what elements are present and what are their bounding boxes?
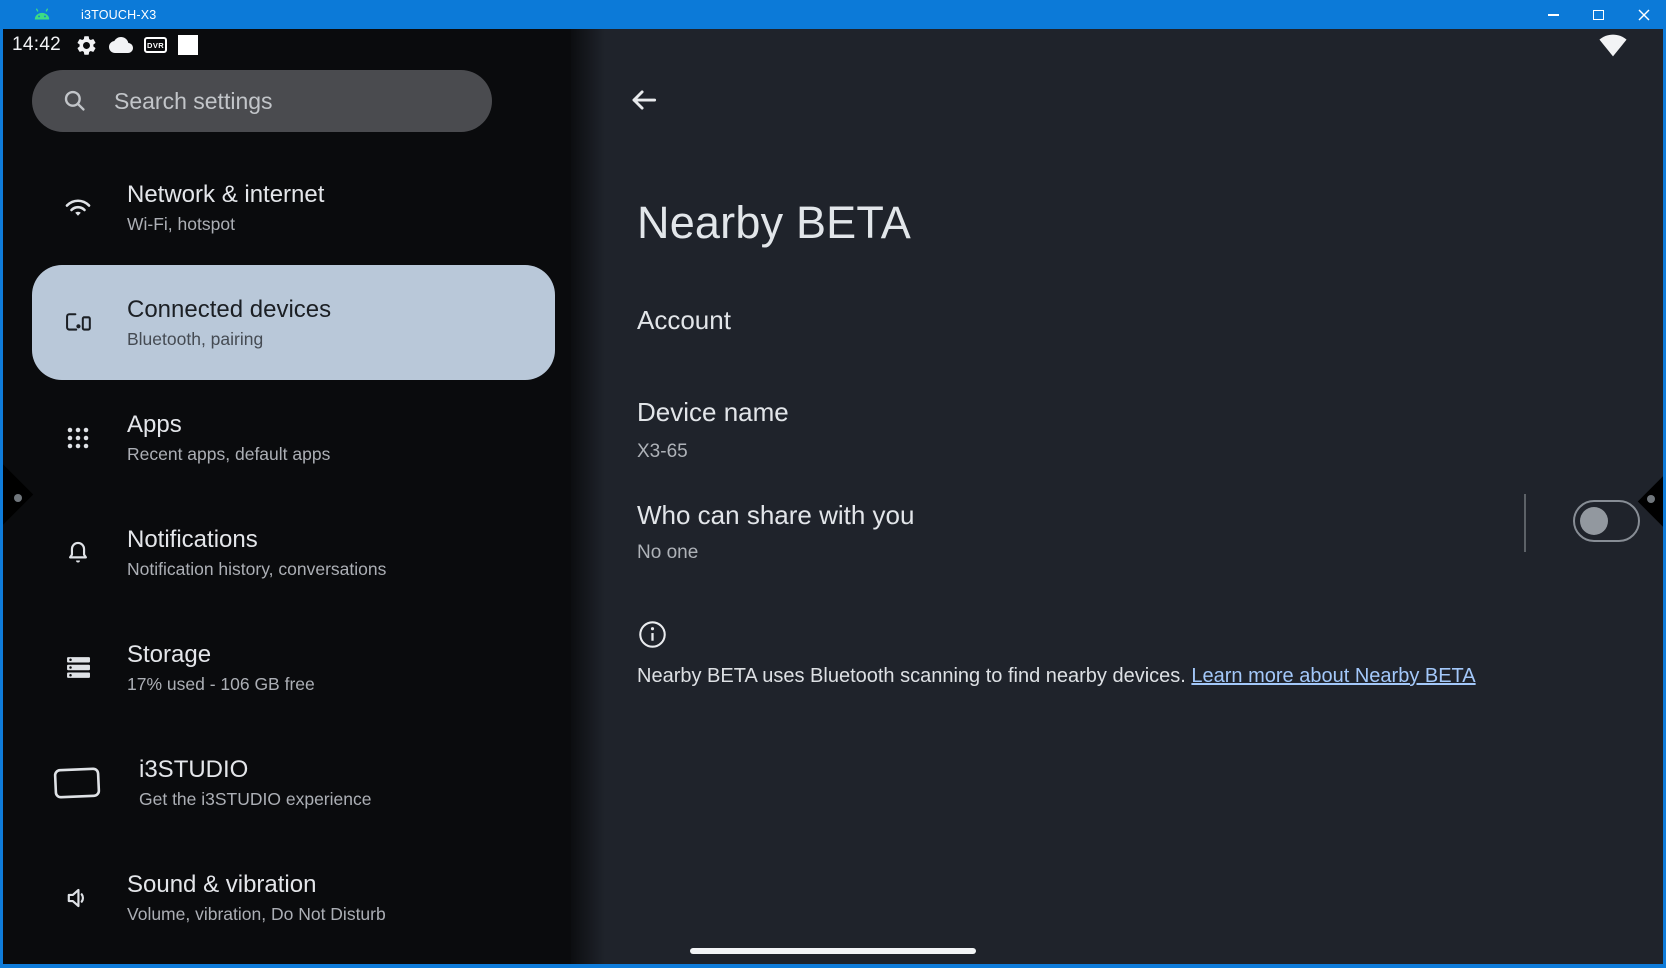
sidebar-item-storage[interactable]: Storage 17% used - 106 GB free (3, 610, 571, 725)
sidebar-item-label: Apps (127, 410, 182, 438)
maximize-button[interactable] (1576, 0, 1621, 29)
apps-grid-icon (64, 425, 92, 451)
sidebar-item-apps[interactable]: Apps Recent apps, default apps (3, 380, 571, 495)
device-name-label[interactable]: Device name (637, 397, 789, 428)
window-titlebar: i3TOUCH-X3 (0, 0, 1666, 29)
account-row[interactable]: Account (637, 305, 731, 336)
back-button[interactable] (629, 85, 659, 115)
devices-icon (64, 310, 92, 336)
sidebar-item-notifications[interactable]: Notifications Notification history, conv… (3, 495, 571, 610)
window-border-left (0, 29, 3, 968)
search-input[interactable]: Search settings (32, 70, 492, 132)
navigation-gesture-bar[interactable] (690, 948, 976, 954)
sidebar-item-i3studio[interactable]: i3STUDIO Get the i3STUDIO experience (3, 725, 571, 840)
sidebar-item-label: Network & internet (127, 180, 325, 208)
android-icon (34, 7, 50, 19)
info-text: Nearby BETA uses Bluetooth scanning to f… (637, 665, 1192, 687)
cloud-icon (109, 37, 134, 53)
info-description: Nearby BETA uses Bluetooth scanning to f… (637, 663, 1537, 690)
settings-menu: Network & internet Wi-Fi, hotspot Connec… (3, 150, 571, 955)
share-toggle[interactable] (1573, 500, 1640, 542)
learn-more-link[interactable]: Learn more about Nearby BETA (1191, 665, 1475, 687)
close-icon (1638, 9, 1649, 20)
row-divider (1524, 494, 1526, 552)
sidebar-item-sublabel: Recent apps, default apps (127, 443, 331, 464)
sidebar-item-sublabel: Wi-Fi, hotspot (127, 213, 235, 234)
display-icon (53, 766, 101, 800)
share-visibility-label[interactable]: Who can share with you (637, 500, 914, 531)
settings-sidebar: Search settings Network & internet Wi-Fi… (3, 29, 571, 964)
share-visibility-value: No one (637, 542, 699, 563)
sidebar-item-label: Connected devices (127, 295, 332, 323)
sidebar-item-connected-devices[interactable]: Connected devices Bluetooth, pairing (32, 265, 555, 380)
minimize-button[interactable] (1531, 0, 1576, 29)
window-border-bottom (0, 964, 1666, 968)
toggle-knob (1580, 507, 1608, 535)
close-button[interactable] (1621, 0, 1666, 29)
wifi-icon (64, 194, 92, 222)
search-placeholder: Search settings (114, 87, 273, 114)
status-bar: 14:42 DVR (3, 29, 1663, 61)
settings-gear-icon (77, 35, 96, 55)
sidebar-item-label: Storage (127, 640, 212, 668)
left-edge-handle-dot (14, 494, 22, 502)
speaker-icon (64, 885, 92, 911)
nearby-settings-panel: Nearby BETA Account Device name X3-65 Wh… (571, 29, 1666, 964)
sidebar-item-sublabel: Bluetooth, pairing (127, 328, 264, 349)
sidebar-item-label: Notifications (127, 525, 258, 553)
device-name-value: X3-65 (637, 441, 688, 462)
sidebar-item-network-internet[interactable]: Network & internet Wi-Fi, hotspot (3, 150, 571, 265)
sidebar-item-sound-vibration[interactable]: Sound & vibration Volume, vibration, Do … (3, 840, 571, 955)
sidebar-item-sublabel: 17% used - 106 GB free (127, 673, 315, 694)
search-icon (64, 90, 85, 111)
clock: 14:42 (12, 34, 62, 55)
window-title: i3TOUCH-X3 (81, 7, 157, 22)
page-title: Nearby BETA (637, 197, 911, 248)
android-screen: 14:42 DVR Search settings Network & inte… (0, 29, 1666, 964)
sidebar-item-label: Sound & vibration (127, 870, 317, 898)
sidebar-item-sublabel: Volume, vibration, Do Not Disturb (127, 903, 386, 924)
sidebar-item-sublabel: Notification history, conversations (127, 558, 387, 579)
wifi-status-icon (1599, 34, 1627, 56)
right-edge-handle-dot (1647, 495, 1655, 503)
sidebar-item-sublabel: Get the i3STUDIO experience (139, 788, 372, 809)
dvr-icon: DVR (144, 37, 168, 53)
white-square-icon (178, 35, 199, 55)
storage-icon (64, 655, 92, 680)
sidebar-item-label: i3STUDIO (139, 755, 249, 783)
info-icon (639, 621, 666, 648)
bell-icon (64, 539, 92, 566)
